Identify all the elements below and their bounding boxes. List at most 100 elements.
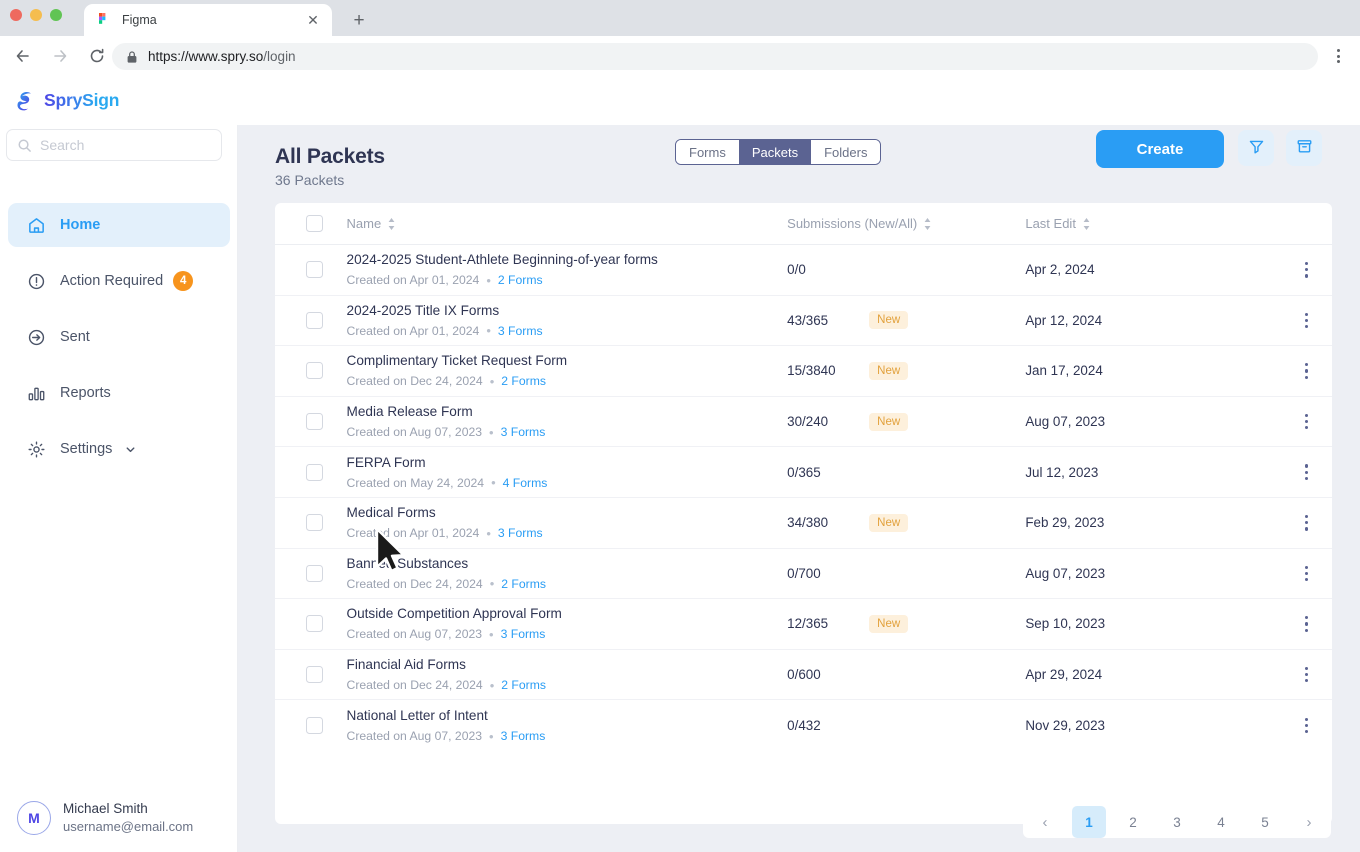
tab-folders[interactable]: Folders: [811, 140, 881, 164]
sort-updown-icon[interactable]: [923, 217, 932, 230]
checkbox-icon[interactable]: [306, 362, 324, 380]
kebab-menu-icon[interactable]: [1293, 713, 1319, 739]
checkbox-icon[interactable]: [306, 514, 324, 532]
table-row[interactable]: Medical Forms Created on Apr 01, 2024 • 3 F…: [275, 498, 1332, 549]
back-arrow-icon[interactable]: [9, 42, 37, 70]
column-header-submissions[interactable]: Submissions (New/All): [787, 216, 1025, 231]
table-row[interactable]: 2024-2025 Student-Athlete Beginning-of-y…: [275, 245, 1332, 296]
kebab-menu-icon[interactable]: [1293, 257, 1319, 283]
forward-arrow-icon[interactable]: [46, 42, 74, 70]
tab-packets[interactable]: Packets: [738, 140, 812, 164]
archive-box-icon: [1296, 138, 1313, 158]
meta-separator: •: [486, 323, 491, 339]
page-5-button[interactable]: 5: [1248, 806, 1282, 838]
bar-chart-icon: [26, 383, 46, 403]
kebab-menu-icon[interactable]: [1293, 459, 1319, 485]
last-edit-value: Apr 29, 2024: [1025, 667, 1103, 683]
checkbox-icon[interactable]: [306, 564, 324, 582]
forms-count-link[interactable]: 3 Forms: [501, 729, 546, 743]
close-icon[interactable]: ✕: [304, 11, 322, 29]
kebab-menu-icon[interactable]: [1293, 307, 1319, 333]
checkbox-icon[interactable]: [306, 615, 324, 633]
row-submissions-cell: 0/432: [787, 718, 1025, 733]
page-2-button[interactable]: 2: [1116, 806, 1150, 838]
packet-name: Financial Aid Forms: [346, 657, 466, 673]
table-row[interactable]: Media Release Form Created on Aug 07, 202…: [275, 397, 1332, 448]
chevron-right-icon[interactable]: ›: [1292, 806, 1326, 838]
chevron-down-icon[interactable]: [124, 443, 137, 456]
sidebar-item-sent[interactable]: Sent: [8, 315, 230, 359]
browser-tab[interactable]: Figma ✕: [84, 4, 332, 36]
meta-separator: •: [486, 525, 491, 541]
forms-count-link[interactable]: 2 Forms: [501, 374, 546, 388]
submissions-value: 15/3840: [787, 363, 836, 379]
submissions-value: 0/700: [787, 565, 821, 581]
forms-count-link[interactable]: 3 Forms: [498, 526, 543, 540]
kebab-menu-icon[interactable]: [1293, 358, 1319, 384]
kebab-menu-icon[interactable]: [1293, 611, 1319, 637]
reload-icon[interactable]: [83, 42, 111, 70]
forms-count-link[interactable]: 3 Forms: [498, 324, 543, 338]
meta-separator: •: [489, 373, 495, 389]
row-last-edit-cell: Nov 29, 2023: [1025, 718, 1293, 733]
forms-count-link[interactable]: 2 Forms: [501, 577, 546, 591]
sort-updown-icon[interactable]: [1082, 217, 1091, 230]
window-controls[interactable]: [10, 9, 62, 21]
plus-icon[interactable]: +: [346, 8, 372, 34]
search-input-wrapper[interactable]: [6, 129, 222, 161]
packet-name: Medical Forms: [346, 505, 436, 521]
sort-updown-icon[interactable]: [387, 217, 396, 230]
kebab-menu-icon[interactable]: [1293, 560, 1319, 586]
archive-button[interactable]: [1286, 130, 1322, 166]
sidebar-item-action-required[interactable]: Action Required 4: [8, 259, 230, 303]
tab-forms[interactable]: Forms: [676, 140, 739, 164]
sidebar-item-settings[interactable]: Settings: [8, 427, 230, 471]
user-profile[interactable]: M Michael Smith username@email.com: [0, 792, 238, 844]
last-edit-value: Aug 07, 2023: [1025, 414, 1106, 430]
table-row[interactable]: FERPA Form Created on May 24, 2024 • 4 Form…: [275, 447, 1332, 498]
checkbox-icon[interactable]: [306, 666, 324, 684]
maximize-window-button[interactable]: [50, 9, 62, 21]
table-row[interactable]: 2024-2025 Title IX Forms Created on Apr 0…: [275, 296, 1332, 347]
filter-button[interactable]: [1238, 130, 1274, 166]
table-row[interactable]: Complimentary Ticket Request Form Created…: [275, 346, 1332, 397]
checkbox-icon[interactable]: [306, 311, 324, 329]
browser-menu-icon[interactable]: [1326, 44, 1350, 68]
table-row[interactable]: Outside Competition Approval Form Created…: [275, 599, 1332, 650]
checkbox-icon[interactable]: [306, 717, 324, 735]
address-bar[interactable]: https://www.spry.so/login: [112, 43, 1318, 70]
create-button[interactable]: Create: [1096, 130, 1224, 168]
column-header-name[interactable]: Name: [347, 216, 788, 231]
created-date: Created on Apr 01, 2024: [346, 526, 480, 541]
checkbox-icon[interactable]: [306, 413, 324, 431]
kebab-menu-icon[interactable]: [1293, 662, 1319, 688]
kebab-menu-icon[interactable]: [1293, 510, 1319, 536]
table-row[interactable]: Financial Aid Forms Created on Dec 24, 20…: [275, 650, 1332, 701]
row-name-cell: 2024-2025 Title IX Forms Created on Apr 0…: [347, 303, 788, 338]
packet-name: Complimentary Ticket Request Form: [346, 353, 568, 369]
checkbox-icon[interactable]: [306, 261, 324, 279]
page-3-button[interactable]: 3: [1160, 806, 1194, 838]
forms-count-link[interactable]: 4 Forms: [503, 476, 548, 490]
checkbox-icon[interactable]: [306, 215, 324, 232]
forms-count-link[interactable]: 2 Forms: [498, 273, 543, 287]
page-1-button[interactable]: 1: [1072, 806, 1106, 838]
kebab-menu-icon[interactable]: [1293, 409, 1319, 435]
chevron-left-icon[interactable]: ‹: [1028, 806, 1062, 838]
page-4-button[interactable]: 4: [1204, 806, 1238, 838]
browser-tabstrip: Figma ✕ +: [0, 0, 1360, 36]
row-name-cell: Financial Aid Forms Created on Dec 24, 20…: [347, 657, 788, 692]
forms-count-link[interactable]: 3 Forms: [501, 627, 546, 641]
column-header-last-edit[interactable]: Last Edit: [1025, 216, 1293, 231]
forms-count-link[interactable]: 2 Forms: [501, 678, 546, 692]
packet-name: FERPA Form: [346, 454, 426, 470]
sidebar-item-reports[interactable]: Reports: [8, 371, 230, 415]
sidebar-item-home[interactable]: Home: [8, 203, 230, 247]
table-row[interactable]: National Letter of Intent Created on Aug …: [275, 700, 1332, 751]
minimize-window-button[interactable]: [30, 9, 42, 21]
search-input[interactable]: [40, 137, 211, 153]
close-window-button[interactable]: [10, 9, 22, 21]
table-row[interactable]: Banned Substances Created on Dec 24, 2024…: [275, 549, 1332, 600]
checkbox-icon[interactable]: [306, 463, 324, 481]
forms-count-link[interactable]: 3 Forms: [501, 425, 546, 439]
